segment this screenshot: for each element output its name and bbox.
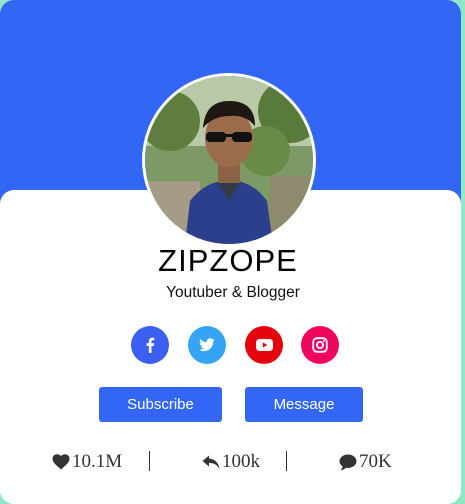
stat-divider xyxy=(286,451,287,471)
comments-stat: 70K xyxy=(339,450,392,474)
comments-count: 70K xyxy=(359,451,392,472)
likes-stat: 10.1M xyxy=(52,450,122,474)
instagram-link[interactable] xyxy=(301,326,339,364)
reply-icon xyxy=(202,455,220,469)
message-button[interactable]: Message xyxy=(245,387,363,422)
shares-stat: 100k xyxy=(202,450,260,474)
stat-divider xyxy=(149,451,150,471)
heart-icon xyxy=(52,454,70,470)
likes-count: 10.1M xyxy=(72,451,123,472)
facebook-link[interactable] xyxy=(131,326,169,364)
subscribe-button[interactable]: Subscribe xyxy=(99,387,222,422)
profile-name: ZIPZOPE xyxy=(158,243,298,278)
comment-icon xyxy=(339,454,357,470)
youtube-icon xyxy=(255,339,273,351)
youtube-link[interactable] xyxy=(245,326,283,364)
social-links xyxy=(131,326,341,364)
facebook-icon xyxy=(146,337,155,353)
avatar xyxy=(142,73,316,247)
profile-role: Youtuber & Blogger xyxy=(166,284,300,301)
twitter-icon xyxy=(199,338,215,352)
shares-count: 100k xyxy=(222,451,260,472)
twitter-link[interactable] xyxy=(188,326,226,364)
instagram-icon xyxy=(312,337,328,353)
profile-card: ZIPZOPE Youtuber & Blogger Subscribe Mes… xyxy=(0,0,461,504)
